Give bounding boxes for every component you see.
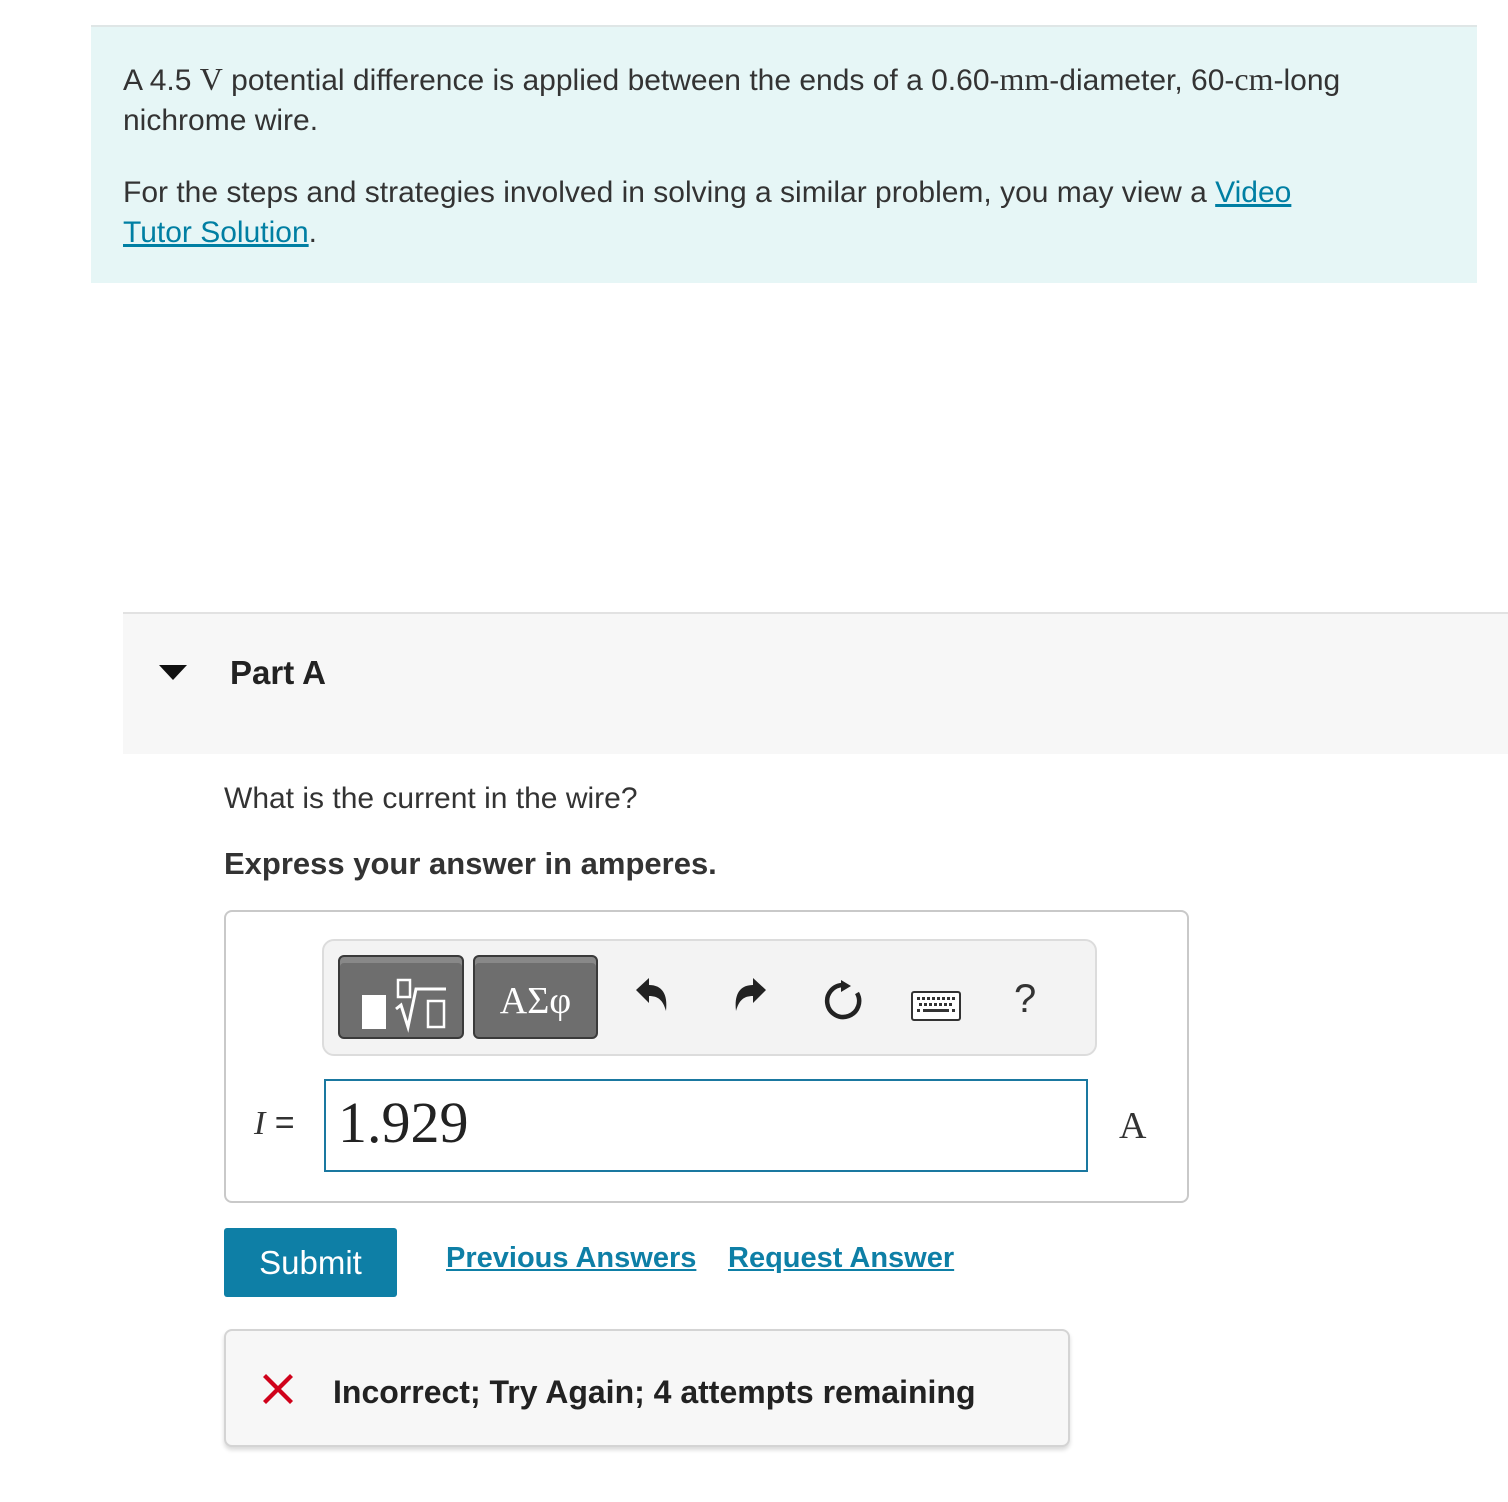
problem-text: A 4.5 V potential difference is applied …	[123, 61, 1341, 137]
reset-icon[interactable]	[821, 979, 865, 1023]
undo-icon[interactable]	[632, 975, 672, 1015]
answer-box: ΑΣφ ? I = 1.929 A	[224, 910, 1189, 1203]
answer-instruction: Express your answer in amperes.	[224, 846, 717, 881]
feedback-box: Incorrect; Try Again; 4 attempts remaini…	[224, 1329, 1070, 1447]
help-icon[interactable]: ?	[1014, 977, 1036, 1022]
templates-icon	[362, 978, 446, 1033]
request-answer-link[interactable]: Request Answer	[728, 1242, 954, 1275]
templates-button[interactable]	[338, 955, 464, 1039]
redo-icon[interactable]	[730, 975, 770, 1015]
submit-button[interactable]: Submit	[224, 1228, 397, 1297]
previous-answers-link[interactable]: Previous Answers	[446, 1242, 696, 1275]
unit-label: A	[1119, 1105, 1147, 1147]
question-text: What is the current in the wire?	[224, 782, 638, 815]
symbols-label: ΑΣφ	[499, 980, 572, 1022]
symbols-button[interactable]: ΑΣφ	[473, 955, 598, 1039]
answer-input[interactable]: 1.929	[324, 1079, 1088, 1172]
part-a-header[interactable]: Part A	[123, 612, 1508, 754]
voltage-unit: V	[199, 61, 223, 97]
length-unit: cm	[1234, 61, 1274, 97]
hint-text: For the steps and strategies involved in…	[123, 176, 1292, 249]
collapse-triangle-icon[interactable]	[159, 665, 187, 680]
feedback-text: Incorrect; Try Again; 4 attempts remaini…	[333, 1374, 976, 1410]
variable-label: I =	[254, 1104, 295, 1142]
problem-statement: A 4.5 V potential difference is applied …	[91, 25, 1477, 283]
part-title: Part A	[230, 654, 326, 691]
diameter-unit: mm	[999, 61, 1050, 97]
keyboard-icon[interactable]	[911, 991, 961, 1021]
incorrect-x-icon	[263, 1374, 293, 1404]
math-toolbar: ΑΣφ ?	[322, 939, 1097, 1056]
